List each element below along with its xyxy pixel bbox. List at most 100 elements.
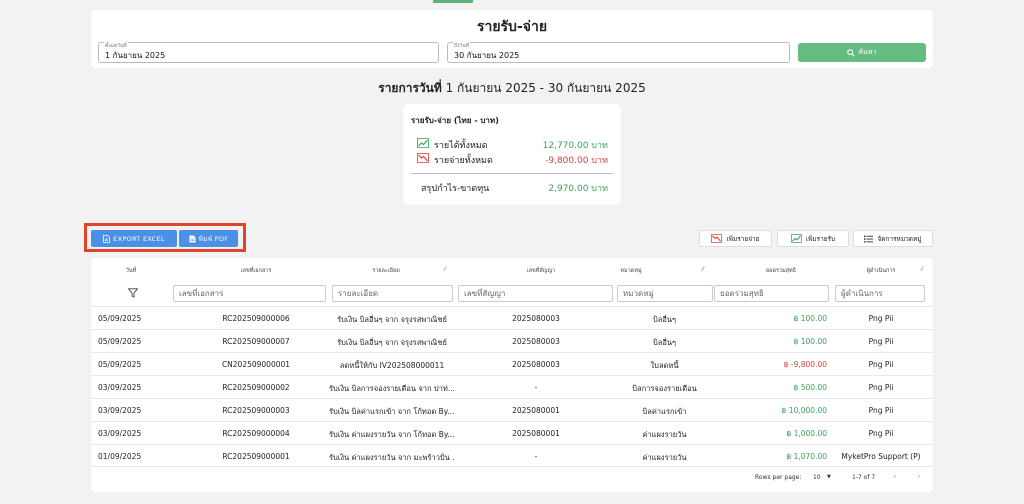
manage-categories-button[interactable]: จัดการหมวดหมู่ xyxy=(853,230,933,247)
header-detail[interactable]: รายละเอียด xyxy=(351,267,421,275)
column-resize-handle[interactable]: ⁄⁄ xyxy=(444,266,450,274)
search-icon xyxy=(847,48,856,57)
date-range-prefix: รายการวันที่ xyxy=(378,81,442,95)
cell-date: 05/09/2025 xyxy=(98,314,142,323)
next-page-icon[interactable]: › xyxy=(917,472,921,482)
previous-page-icon[interactable]: ‹ xyxy=(893,472,897,482)
add-income-button[interactable]: เพิ่มรายรับ xyxy=(777,230,849,247)
cell-category: บิลการจองรายเดือน xyxy=(632,384,697,393)
start-date-value: 1 กันยายน 2025 xyxy=(105,51,166,60)
table-row[interactable]: 05/09/2025 RC202509000007 รับเงิน บิลอื่… xyxy=(91,329,933,352)
rows-per-page-select[interactable]: 10 ▼ xyxy=(813,474,835,481)
expense-label: รายจ่ายทั้งหมด xyxy=(434,156,493,166)
cell-category: บิลอื่นๆ xyxy=(652,338,677,347)
header-contract[interactable]: เลขที่สัญญา xyxy=(506,267,576,275)
cell-net-amount: ฿ 1,070.00 xyxy=(786,452,827,461)
cell-contract: 2025080003 xyxy=(512,360,560,369)
summary-title: รายรับ-จ่าย (ไทย - บาท) xyxy=(411,116,499,125)
cell-date: 03/09/2025 xyxy=(98,383,142,392)
cell-contract: 2025080001 xyxy=(512,406,560,415)
cell-operator: MyketPro Support (P) xyxy=(841,452,921,461)
column-resize-handle[interactable]: ⁄⁄ xyxy=(702,266,708,274)
cell-category: ค่าแผงรายวัน xyxy=(642,453,687,462)
cell-doc-number: RC202509000004 xyxy=(222,429,290,438)
column-resize-handle[interactable]: ⁄⁄ xyxy=(921,266,927,274)
doc-number-filter-input[interactable]: เลขที่เอกสาร xyxy=(173,285,326,302)
cell-operator: Png Pii xyxy=(868,337,894,346)
header-doc-number[interactable]: เลขที่เอกสาร xyxy=(211,267,301,275)
cell-detail: รับเงิน บิลอื่นๆ จาก จรุงรสพาณิชย์ xyxy=(337,315,447,324)
cell-doc-number: RC202509000002 xyxy=(222,383,290,392)
cell-contract: 2025080003 xyxy=(512,337,560,346)
cell-contract: - xyxy=(534,383,538,392)
cell-operator: Png Pii xyxy=(868,314,894,323)
net-amount-filter-input[interactable]: ยอดรวมสุทธิ xyxy=(714,285,829,302)
table-row[interactable]: 05/09/2025 RC202509000006 รับเงิน บิลอื่… xyxy=(91,306,933,329)
print-pdf-button[interactable]: พิมพ์ PDF xyxy=(179,230,238,247)
date-range-heading: รายการวันที่ 1 กันยายน 2025 - 30 กันยายน… xyxy=(0,79,1024,98)
rows-per-page-value: 10 xyxy=(813,474,821,481)
date-range-value: 1 กันยายน 2025 - 30 กันยายน 2025 xyxy=(441,81,646,95)
cell-contract: - xyxy=(534,452,538,461)
category-filter-input[interactable]: หมวดหมู่ xyxy=(617,285,713,302)
rows-per-page-label: Rows per page: xyxy=(755,474,802,481)
search-button[interactable]: ค้นหา xyxy=(798,43,926,62)
cell-net-amount: ฿ 100.00 xyxy=(793,314,827,323)
table-row[interactable]: 03/09/2025 RC202509000003 รับเงิน บิลค่า… xyxy=(91,398,933,421)
cell-doc-number: RC202509000003 xyxy=(222,406,290,415)
start-date-field[interactable]: ตั้งแต่วันที่ 1 กันยายน 2025 xyxy=(98,42,439,63)
summary-card: รายรับ-จ่าย (ไทย - บาท) รายได้ทั้งหมด 12… xyxy=(403,104,621,205)
filter-icon[interactable] xyxy=(128,288,138,298)
cell-net-amount: ฿ -9,800.00 xyxy=(783,360,827,369)
cell-contract: 2025080001 xyxy=(512,429,560,438)
cell-net-amount: ฿ 1,000.00 xyxy=(786,429,827,438)
list-icon xyxy=(864,235,874,243)
contract-filter-input[interactable]: เลขที่สัญญา xyxy=(458,285,613,302)
header-category[interactable]: หมวดหมู่ xyxy=(606,267,656,275)
cell-date: 05/09/2025 xyxy=(98,337,142,346)
table-row[interactable]: 05/09/2025 CN202509000001 ลดหนี้ให้กับ I… xyxy=(91,352,933,375)
cell-operator: Png Pii xyxy=(868,360,894,369)
add-income-label: เพิ่มรายรับ xyxy=(805,234,836,243)
cell-net-amount: ฿ 100.00 xyxy=(793,337,827,346)
cell-net-amount: ฿ 500.00 xyxy=(793,383,827,392)
cell-detail: รับเงิน บิลค่าแรกเข้า จาก โก้ทอด By.… xyxy=(329,407,455,416)
end-date-field[interactable]: ถึงวันที่ 30 กันยายน 2025 xyxy=(447,42,790,63)
cell-detail: ลดหนี้ให้กับ IV202508000011 xyxy=(339,361,445,370)
cell-doc-number: RC202509000007 xyxy=(222,337,290,346)
manage-categories-label: จัดการหมวดหมู่ xyxy=(877,234,922,243)
cell-category: ค่าแผงรายวัน xyxy=(642,430,687,439)
income-trend-icon xyxy=(417,138,429,148)
page-title: รายรับ-จ่าย xyxy=(476,19,548,35)
active-tab-indicator xyxy=(433,0,473,3)
cell-detail: รับเงิน บิลอื่นๆ จาก จรุงรสพาณิชย์ xyxy=(337,338,447,347)
export-excel-button[interactable]: EXPORT EXCEL xyxy=(91,230,177,247)
cell-category: บิลค่าแรกเข้า xyxy=(642,407,687,416)
cell-detail: รับเงิน ค่าแผงรายวัน จาก โก้ทอด By.… xyxy=(329,430,455,439)
cell-category: บิลอื่นๆ xyxy=(652,315,677,324)
table-row[interactable]: 03/09/2025 RC202509000002 รับเงิน บิลการ… xyxy=(91,375,933,398)
cell-date: 03/09/2025 xyxy=(98,429,142,438)
header-date[interactable]: วันที่ xyxy=(116,267,146,275)
chevron-down-icon: ▼ xyxy=(827,474,831,480)
net-value: 2,970.00 บาท xyxy=(548,184,608,194)
table-row[interactable]: 01/09/2025 RC202509000001 รับเงิน ค่าแผง… xyxy=(91,444,933,467)
pdf-file-icon xyxy=(189,235,196,242)
add-expense-button[interactable]: เพิ่มรายจ่าย xyxy=(699,230,772,247)
detail-filter-input[interactable]: รายละเอียด xyxy=(332,285,453,302)
summary-divider xyxy=(411,173,613,174)
income-label: รายได้ทั้งหมด xyxy=(434,141,488,151)
cell-doc-number: RC202509000001 xyxy=(222,452,290,461)
cell-date: 05/09/2025 xyxy=(98,360,142,369)
transactions-table: วันที่ เลขที่เอกสาร รายละเอียด ⁄⁄ เลขที่… xyxy=(91,258,933,492)
income-value: 12,770.00 บาท xyxy=(542,141,608,151)
header-net-amount[interactable]: ยอดรวมสุทธิ xyxy=(746,267,816,275)
table-row[interactable]: 03/09/2025 RC202509000004 รับเงิน ค่าแผง… xyxy=(91,421,933,444)
export-excel-label: EXPORT EXCEL xyxy=(113,234,165,243)
header-operator[interactable]: ผู้ดำเนินการ xyxy=(851,267,911,275)
income-trend-icon xyxy=(791,234,802,243)
cell-net-amount: ฿ 10,000.00 xyxy=(781,406,827,415)
pagination-range: 1-7 of 7 xyxy=(852,474,876,481)
operator-filter-input[interactable]: ผู้ดำเนินการ xyxy=(835,285,925,302)
cell-date: 01/09/2025 xyxy=(98,452,142,461)
